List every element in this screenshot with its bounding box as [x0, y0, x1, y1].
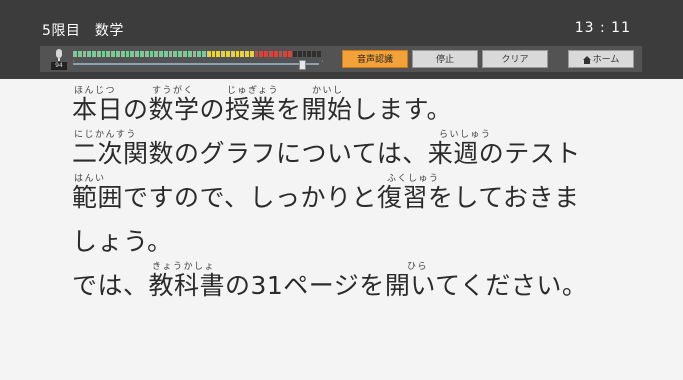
meter-segment	[230, 51, 235, 57]
meter-segment	[125, 51, 130, 57]
meter-segment	[226, 51, 230, 57]
meter-segment	[82, 51, 87, 57]
meter-segment	[192, 51, 197, 57]
meter-segment	[92, 51, 96, 57]
mic-level-readout: 94	[51, 62, 67, 70]
meter-segment	[202, 51, 206, 57]
meter-segment	[221, 51, 225, 57]
meter-segment	[249, 51, 254, 57]
meter-segment	[235, 51, 240, 57]
clear-button[interactable]: クリア	[482, 50, 548, 68]
meter-segment	[87, 51, 92, 57]
meter-segment	[278, 51, 283, 57]
meter-segment	[159, 51, 163, 57]
meter-segment	[292, 51, 297, 57]
audio-level-meter	[73, 51, 321, 57]
meter-segment	[206, 51, 211, 57]
speech-recognition-button[interactable]: 音声認識	[342, 50, 408, 68]
meter-segment	[106, 51, 111, 57]
meter-segment	[182, 51, 187, 57]
meter-segment	[173, 51, 178, 57]
lesson-title: 5限目 数学	[42, 23, 124, 39]
meter-segment	[240, 51, 245, 57]
caption-area: ほんじつ すうがく じゅぎょう かいし 本日の数学の授業を開始します。 にじかん…	[72, 82, 672, 302]
meter-segment	[163, 51, 168, 57]
meter-segment	[269, 51, 273, 57]
meter-segment	[259, 51, 264, 57]
meter-segment	[168, 51, 173, 57]
meter-segment	[187, 51, 192, 57]
meter-segment	[144, 51, 149, 57]
caption-line: にじかんすう らいしゅう 二次関数のグラフについては、来週のテスト	[72, 126, 672, 170]
meter-segment	[116, 51, 120, 57]
home-button[interactable]: ホーム	[568, 50, 634, 68]
meter-segment	[297, 51, 302, 57]
meter-segment	[245, 51, 249, 57]
meter-segment	[273, 51, 278, 57]
meter-segment	[307, 51, 312, 57]
caption-line: きょうかしょ ひら では、教科書の31ページを開いてください。	[72, 258, 672, 302]
meter-segment	[283, 51, 288, 57]
caption-text: 本日の数学の授業を開始します。	[72, 95, 453, 124]
meter-segment	[254, 51, 259, 57]
meter-segment	[288, 51, 292, 57]
home-button-label: ホーム	[592, 55, 620, 65]
meter-segment	[73, 51, 77, 57]
volume-slider-ticks	[73, 60, 323, 62]
stop-button[interactable]: 停止	[412, 50, 478, 68]
meter-segment	[197, 51, 202, 57]
meter-segment	[149, 51, 154, 57]
meter-segment	[264, 51, 269, 57]
meter-segment	[178, 51, 182, 57]
volume-slider-track[interactable]	[73, 63, 319, 65]
caption-line: しょう。	[72, 214, 672, 258]
meter-segment	[211, 51, 216, 57]
caption-text: しょう。	[72, 227, 173, 256]
meter-segment	[154, 51, 159, 57]
caption-text: 範囲ですので、しっかりと復習をしておきま	[72, 183, 580, 212]
meter-segment	[111, 51, 116, 57]
meter-segment	[139, 51, 144, 57]
meter-segment	[302, 51, 307, 57]
home-icon	[582, 56, 591, 64]
caption-line: ほんじつ すうがく じゅぎょう かいし 本日の数学の授業を開始します。	[72, 82, 672, 126]
meter-segment	[120, 51, 125, 57]
caption-text: 二次関数のグラフについては、来週のテスト	[72, 139, 581, 168]
meter-segment	[135, 51, 139, 57]
caption-line: はんい ふくしゅう 範囲ですので、しっかりと復習をしておきま	[72, 170, 672, 214]
toolbar: 94 音声認識 停止 クリア ホーム	[40, 46, 642, 72]
meter-segment	[216, 51, 221, 57]
clock: 13 : 11	[574, 20, 631, 36]
meter-segment	[77, 51, 82, 57]
meter-segment	[96, 51, 101, 57]
meter-segment	[316, 51, 321, 57]
meter-segment	[312, 51, 316, 57]
volume-slider-thumb[interactable]	[298, 60, 306, 70]
top-bar: 5限目 数学 13 : 11 94 音声認識 停止 クリア ホーム	[0, 0, 683, 79]
meter-segment	[101, 51, 106, 57]
meter-segment	[130, 51, 135, 57]
caption-text: では、教科書の31ページを開いてください。	[72, 271, 588, 300]
